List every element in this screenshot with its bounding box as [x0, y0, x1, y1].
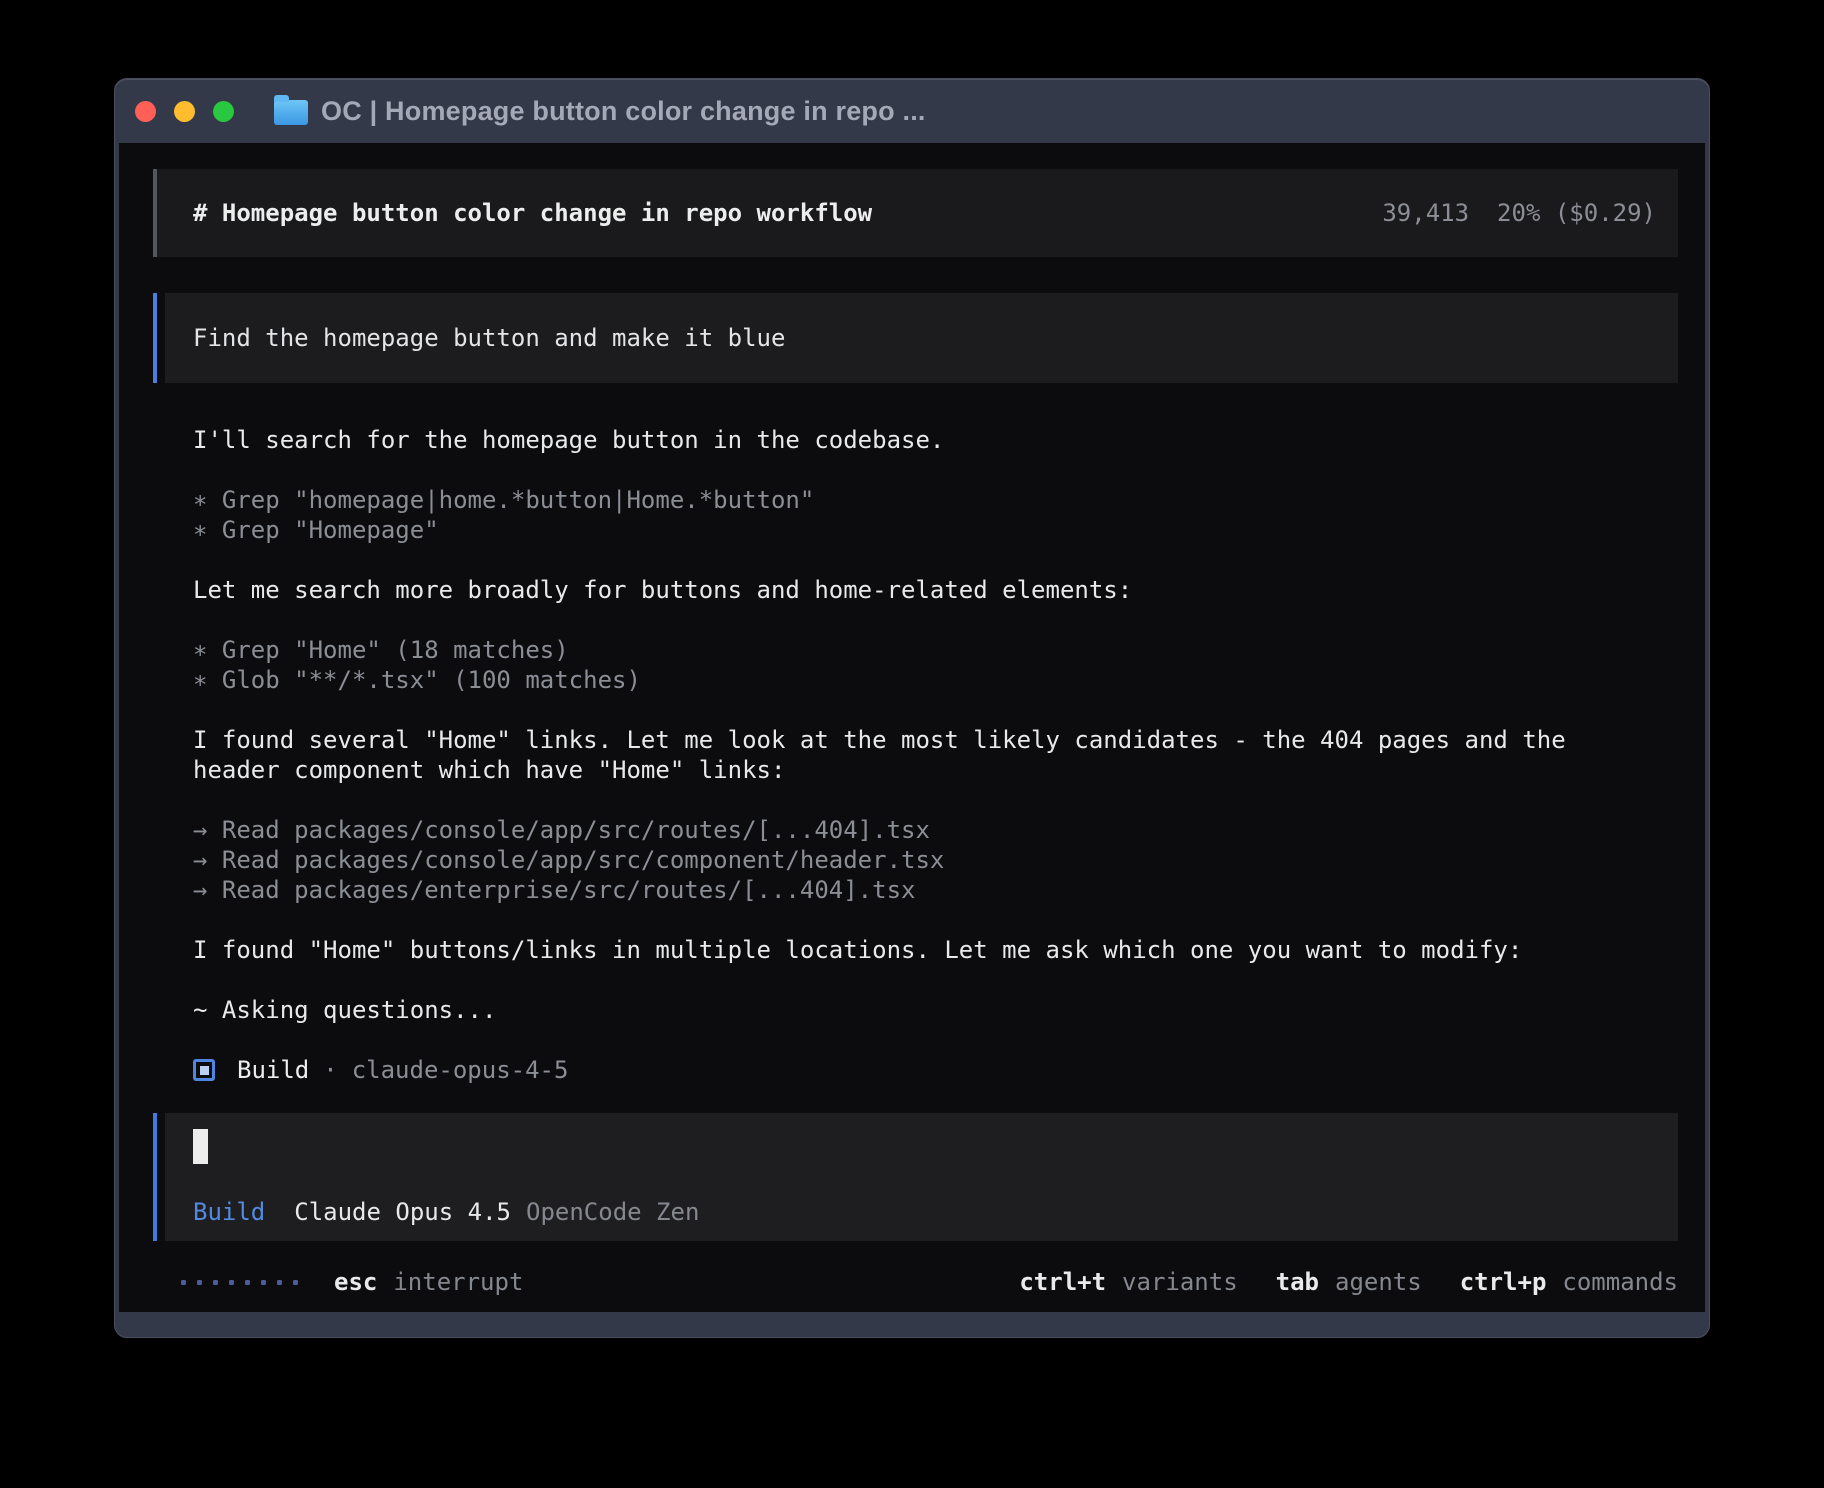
- session-stats: 39,413 20% ($0.29): [1382, 199, 1656, 227]
- transcript-line: [193, 905, 1678, 935]
- token-count: 39,413: [1382, 199, 1469, 227]
- title-group: OC | Homepage button color change in rep…: [274, 96, 926, 127]
- spinner-dot: [181, 1280, 186, 1285]
- transcript-line: [193, 965, 1678, 995]
- user-message-text: Find the homepage button and make it blu…: [193, 324, 785, 352]
- interrupt-label: interrupt: [393, 1268, 523, 1296]
- transcript-line: header component which have "Home" links…: [193, 755, 1678, 785]
- esc-key-label: esc: [334, 1268, 377, 1296]
- transcript-line: ~ Asking questions...: [193, 995, 1678, 1025]
- transcript-line: [193, 605, 1678, 635]
- shortcut-label: variants: [1122, 1268, 1238, 1296]
- spinner-dot: [293, 1280, 298, 1285]
- input-provider-label: OpenCode Zen: [526, 1197, 699, 1227]
- minimize-button[interactable]: [174, 101, 195, 122]
- transcript-line: Let me search more broadly for buttons a…: [193, 575, 1678, 605]
- shortcut-variants: ctrl+t variants: [1019, 1268, 1237, 1296]
- transcript-line: ∗ Grep "homepage|home.*button|Home.*butt…: [193, 485, 1678, 515]
- shortcut-label: agents: [1335, 1268, 1422, 1296]
- transcript-line: I'll search for the homepage button in t…: [193, 425, 1678, 455]
- transcript: I'll search for the homepage button in t…: [193, 425, 1678, 1025]
- user-message-panel: Find the homepage button and make it blu…: [165, 293, 1678, 383]
- transcript-line: ∗ Glob "**/*.tsx" (100 matches): [193, 665, 1678, 695]
- shortcut-commands: ctrl+p commands: [1460, 1268, 1678, 1296]
- shortcut-key: ctrl+t: [1019, 1268, 1106, 1296]
- text-cursor-block: [193, 1129, 208, 1164]
- prompt-input[interactable]: Build Claude Opus 4.5 OpenCode Zen: [165, 1113, 1678, 1241]
- spinner-dot: [245, 1280, 250, 1285]
- status-bar-left: esc interrupt: [181, 1268, 523, 1296]
- transcript-line: → Read packages/enterprise/src/routes/[.…: [193, 875, 1678, 905]
- agent-status-row: Build · claude-opus-4-5: [193, 1055, 1678, 1085]
- shortcut-agents: tab agents: [1276, 1268, 1422, 1296]
- close-button[interactable]: [135, 101, 156, 122]
- transcript-line: [193, 695, 1678, 725]
- shortcut-key: tab: [1276, 1268, 1319, 1296]
- session-header: # Homepage button color change in repo w…: [153, 169, 1678, 257]
- status-bar: esc interrupt ctrl+tvariantstabagentsctr…: [153, 1267, 1678, 1297]
- spinner-dot: [197, 1280, 202, 1285]
- session-title: # Homepage button color change in repo w…: [193, 199, 872, 227]
- shortcut-label: commands: [1562, 1268, 1678, 1296]
- status-bar-shortcuts: ctrl+t variants tab agents ctrl+p commands: [1019, 1268, 1678, 1296]
- spinner-dot: [229, 1280, 234, 1285]
- spinner-dot: [277, 1280, 282, 1285]
- agent-icon: [193, 1059, 215, 1081]
- transcript-line: ∗ Grep "Homepage": [193, 515, 1678, 545]
- spinner-dots: [181, 1280, 298, 1285]
- transcript-line: I found several "Home" links. Let me loo…: [193, 725, 1678, 755]
- terminal-content: # Homepage button color change in repo w…: [119, 143, 1705, 1312]
- input-model-label: Claude Opus 4.5: [294, 1197, 511, 1227]
- input-status-line: Build Claude Opus 4.5 OpenCode Zen: [193, 1197, 1658, 1227]
- agent-icon-inner: [200, 1066, 209, 1075]
- title-bar[interactable]: OC | Homepage button color change in rep…: [115, 79, 1709, 143]
- agent-model: claude-opus-4-5: [352, 1056, 569, 1084]
- terminal-window: OC | Homepage button color change in rep…: [114, 78, 1710, 1338]
- transcript-line: → Read packages/console/app/src/componen…: [193, 845, 1678, 875]
- transcript-line: I found "Home" buttons/links in multiple…: [193, 935, 1678, 965]
- zoom-button[interactable]: [213, 101, 234, 122]
- window-title: OC | Homepage button color change in rep…: [321, 96, 926, 127]
- context-usage: 20% ($0.29): [1497, 199, 1656, 227]
- spinner-dot: [261, 1280, 266, 1285]
- spinner-dot: [213, 1280, 218, 1285]
- traffic-lights: [135, 101, 234, 122]
- agent-name: Build: [237, 1056, 309, 1084]
- transcript-line: ∗ Grep "Home" (18 matches): [193, 635, 1678, 665]
- transcript-line: [193, 785, 1678, 815]
- transcript-line: [193, 455, 1678, 485]
- shortcut-key: ctrl+p: [1460, 1268, 1547, 1296]
- agent-separator: ·: [323, 1056, 337, 1084]
- transcript-line: [193, 545, 1678, 575]
- transcript-line: → Read packages/console/app/src/routes/[…: [193, 815, 1678, 845]
- input-agent-label: Build: [193, 1197, 265, 1227]
- folder-icon: [274, 100, 308, 125]
